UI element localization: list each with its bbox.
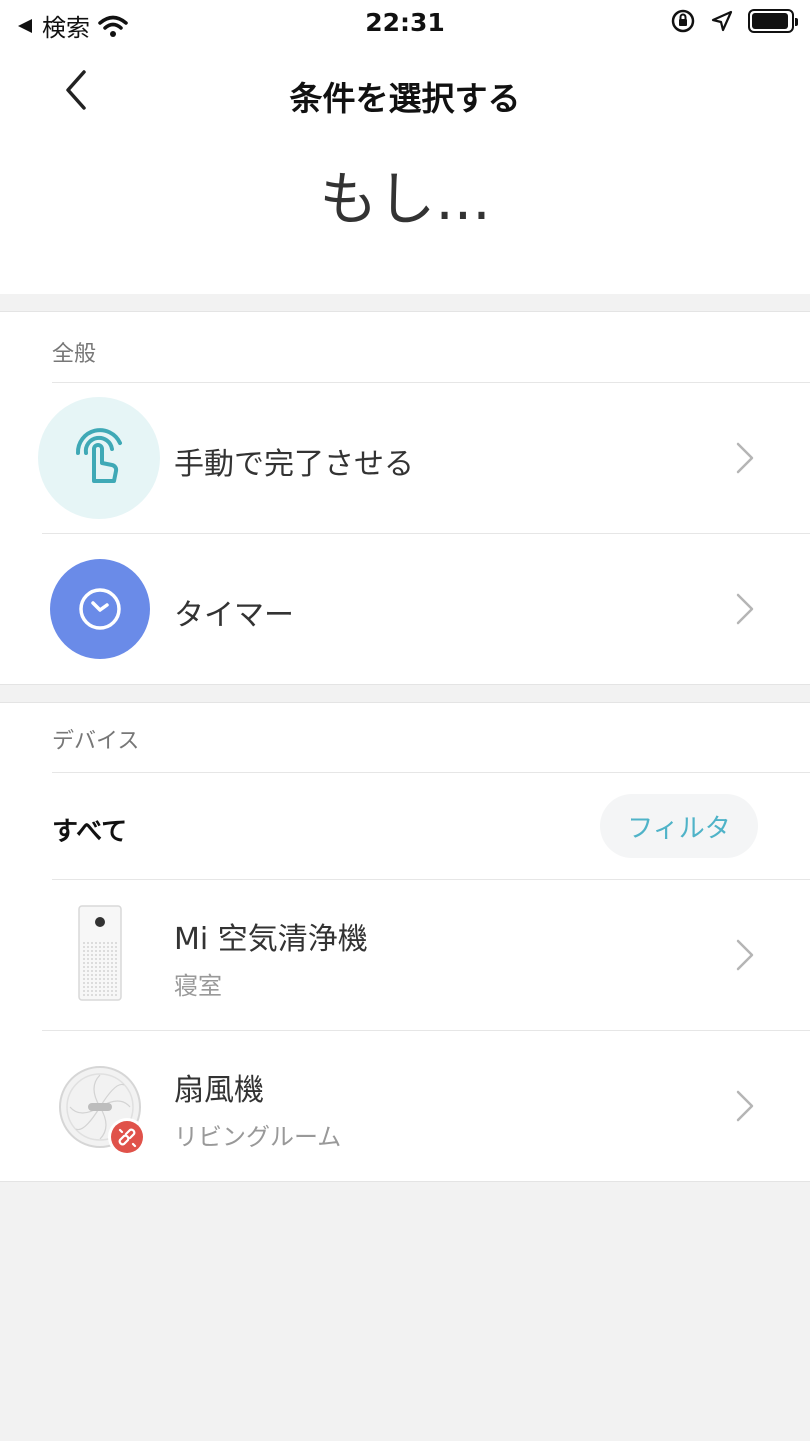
tap-hand-icon (38, 397, 160, 519)
general-section: 全般 手動で完了させる タイマー (0, 311, 810, 685)
section-label-devices: デバイス (52, 729, 140, 754)
filter-button[interactable]: フィルタ (600, 794, 758, 858)
location-arrow-icon (711, 10, 733, 32)
manual-trigger-label: 手動で完了させる (174, 447, 414, 482)
page-title: 条件を選択する (289, 79, 521, 118)
battery-icon (748, 9, 798, 33)
device-name: 扇風機 (174, 1073, 264, 1108)
condition-heading: もし... (319, 165, 491, 233)
chevron-right-icon (736, 442, 754, 474)
status-bar: 検索 22:31 (0, 0, 810, 44)
filter-all-label[interactable]: すべて (52, 811, 127, 848)
device-name: Mi 空気清浄機 (174, 922, 368, 957)
chevron-right-icon (736, 593, 754, 625)
nav-bar: 条件を選択する (0, 44, 810, 136)
device-room: リビングルーム (174, 1123, 342, 1151)
clock-icon (50, 559, 150, 659)
device-row-air-purifier[interactable]: Mi 空気清浄機 寝室 (0, 880, 810, 1030)
timer-label: タイマー (174, 598, 294, 633)
device-room: 寝室 (174, 972, 222, 1000)
timer-row[interactable]: タイマー (0, 534, 810, 684)
section-label-general: 全般 (52, 342, 97, 367)
chevron-right-icon (736, 939, 754, 971)
chevron-right-icon (736, 1090, 754, 1122)
orientation-lock-icon (671, 9, 695, 33)
manual-trigger-row[interactable]: 手動で完了させる (0, 383, 810, 533)
fan-icon (58, 1065, 150, 1157)
device-row-fan[interactable]: 扇風機 リビングルーム (0, 1031, 810, 1181)
divider (52, 772, 810, 773)
air-purifier-icon (78, 905, 122, 1001)
devices-section: デバイス すべて フィルタ Mi 空気清浄機 寝室 扇風機 リビングルーム (0, 702, 810, 1182)
